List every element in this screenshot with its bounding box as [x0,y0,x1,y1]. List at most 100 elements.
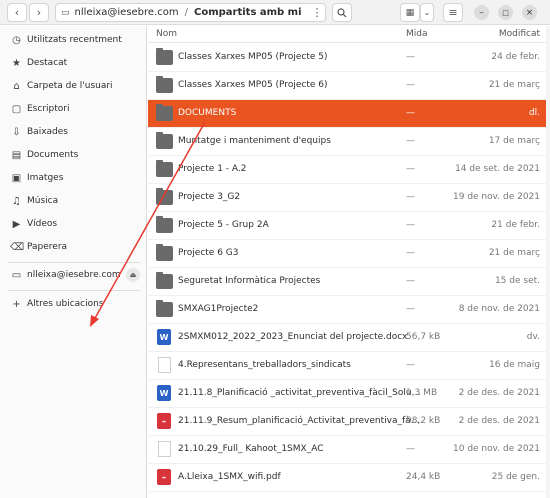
file-size: — [406,136,415,146]
column-size[interactable]: Mida [406,29,428,39]
file-name: DOCUMENTS [178,108,237,118]
search-icon [337,7,347,17]
sidebar-item-label: Destacat [27,58,68,68]
scrollbar[interactable] [546,26,550,498]
file-modified: 19 de nov. de 2021 [453,192,540,202]
file-size: — [406,276,415,286]
sidebar-item-recent[interactable]: ◷ Utilitzats recentment [0,29,146,51]
sidebar-item-desktop[interactable]: ▢ Escriptori [0,98,146,120]
file-row[interactable]: DOCUMENTS — dl. [148,100,546,128]
file-row[interactable]: W 21.11.8_Planificació _activitat_prevent… [148,380,546,408]
file-size: — [406,192,415,202]
sidebar-item-starred[interactable]: ★ Destacat [0,52,146,74]
file-row[interactable]: SMXAG1Projecte2 — 8 de nov. de 2021 [148,296,546,324]
search-button[interactable] [332,3,352,22]
forward-button[interactable]: › [29,3,49,22]
sidebar-item-home[interactable]: ⌂ Carpeta de l'usuari [0,75,146,97]
file-size: — [406,304,415,314]
file-row[interactable]: Projecte 3_G2 — 19 de nov. de 2021 [148,184,546,212]
path-menu-button[interactable]: ⋮ [307,3,327,22]
file-size: 1,3 MB [406,388,438,398]
header-bar: ‹ › ▭ nlleixa@iesebre.com / Compartits a… [0,0,550,25]
sidebar-item-label: Paperera [27,242,68,252]
star-icon: ★ [12,57,21,69]
home-icon: ⌂ [13,80,20,92]
file-name: Projecte 3_G2 [178,192,241,202]
minimize-button[interactable]: – [474,5,489,20]
close-button[interactable]: × [522,5,537,20]
folder-icon [156,104,173,121]
file-size: 24,4 kB [406,472,441,482]
folder-icon [156,132,173,149]
file-name: 4.Representans_treballadors_sindicats [178,360,351,370]
folder-icon [156,244,173,261]
sidebar-item-videos[interactable]: ▶ Vídeos [0,213,146,235]
file-row[interactable]: 21.10.29_Full_ Kahoot_1SMX_AC — 10 de nov.… [148,436,546,464]
file-row[interactable]: Projecte 6 G3 — 21 de març [148,240,546,268]
image-icon: ▣ [11,172,22,184]
file-name: A.Lleixa_1SMX_wifi.pdf [178,472,281,482]
file-name: Classes Xarxes MP05 (Projecte 5) [178,52,328,62]
file-row[interactable]: ⌁ 21.11.9_Resum_planificació_Activitat_pr… [148,408,546,436]
sidebar-item-account[interactable]: ▭ nlleixa@iesebre.com ⏏ [0,264,146,286]
file-name: Projecte 6 G3 [178,248,239,258]
eject-icon[interactable]: ⏏ [126,268,140,282]
file-modified: 21 de febr. [491,220,540,230]
main-menu-button[interactable]: ≡ [443,3,463,22]
file-name: 21.10.29_Full_ Kahoot_1SMX_AC [178,444,324,454]
file-name: Classes Xarxes MP05 (Projecte 6) [178,80,328,90]
file-modified: 25 de gen. [491,472,540,482]
view-toggle-button[interactable]: ▦ [400,3,420,22]
maximize-button[interactable]: □ [498,5,513,20]
sidebar-item-music[interactable]: ♫ Música [0,190,146,212]
drive-icon: ▭ [61,7,70,18]
file-size: — [406,360,415,370]
sidebar-divider [8,290,140,291]
column-modified[interactable]: Modificat [499,29,540,39]
drive-icon: ▭ [11,269,22,281]
file-size: — [406,164,415,174]
hamburger-icon: ≡ [448,6,458,19]
video-icon: ▶ [12,218,21,230]
file-modified: 10 de nov. de 2021 [453,444,540,454]
sidebar-item-documents[interactable]: ▤ Documents [0,144,146,166]
file-row[interactable]: 4.Representans_treballadors_sindicats — 16… [148,352,546,380]
sidebar-item-trash[interactable]: ⌫ Paperera [0,236,146,258]
view-options-button[interactable]: ⌄ [420,3,434,22]
sidebar-item-downloads[interactable]: ⇩ Baixades [0,121,146,143]
file-row[interactable]: W 2SMXM012_2022_2023_Enunciat del project… [148,324,546,352]
file-name: 21.11.8_Planificació _activitat_preventi… [178,388,421,398]
file-row[interactable]: Classes Xarxes MP05 (Projecte 5) — 24 de f… [148,44,546,72]
file-modified: 8 de nov. de 2021 [458,304,540,314]
file-row[interactable]: ⌁ A.Lleixa_1SMX_wifi.pdf 24,4 kB 25 de gen. [148,464,546,492]
word-document-icon: W [157,385,171,401]
file-modified: dv. [526,332,540,342]
path-segment-shared[interactable]: Compartits amb mi [194,7,302,18]
sidebar-item-pictures[interactable]: ▣ Imatges [0,167,146,189]
file-name: Muntatge i manteniment d'equips [178,136,331,146]
back-button[interactable]: ‹ [7,3,27,22]
file-row[interactable]: Projecte 1 - A.2 — 14 de set. de 2021 [148,156,546,184]
path-segment-account[interactable]: nlleixa@iesebre.com [75,7,179,18]
file-name: 2SMXM012_2022_2023_Enunciat del projecte… [178,332,408,342]
file-modified: 17 de març [488,136,540,146]
file-row[interactable]: Projecte 5 - Grup 2A — 21 de febr. [148,212,546,240]
folder-icon [156,160,173,177]
folder-icon [156,76,173,93]
desktop-icon: ▢ [11,103,22,115]
file-size: — [406,52,415,62]
file-modified: 21 de març [488,248,540,258]
folder-icon [156,216,173,233]
sidebar-item-other-locations[interactable]: + Altres ubicacions [0,293,146,315]
file-row[interactable]: Seguretat Informàtica Projectes — 15 de se… [148,268,546,296]
document-icon [158,357,171,373]
vertical-dots-icon: ⋮ [311,6,323,19]
file-row[interactable]: Classes Xarxes MP05 (Projecte 6) — 21 de m… [148,72,546,100]
file-row[interactable]: Muntatge i manteniment d'equips — 17 de ma… [148,128,546,156]
folder-icon [156,188,173,205]
file-size: — [406,220,415,230]
column-name[interactable]: Nom [156,29,177,39]
file-name: Projecte 5 - Grup 2A [178,220,269,230]
file-size: — [406,444,415,454]
maximize-icon: □ [502,8,509,17]
